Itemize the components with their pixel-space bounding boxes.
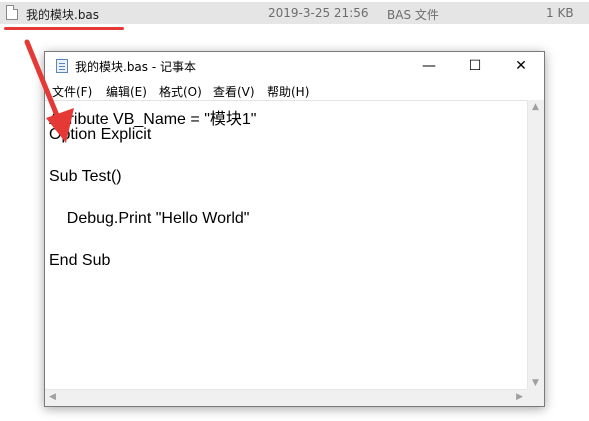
maximize-button[interactable]: ☐ [452, 52, 498, 80]
scroll-down-icon[interactable]: ▼ [532, 379, 539, 388]
title-bar[interactable]: 我的模块.bas - 记事本 — ☐ ✕ [45, 52, 544, 80]
code-line: Sub Test() [49, 168, 122, 185]
file-icon [6, 5, 18, 20]
scroll-right-icon[interactable]: ▶ [516, 393, 523, 402]
menu-view[interactable]: 查看(V) [213, 83, 255, 100]
vertical-scrollbar[interactable]: ▲ ▼ [527, 100, 544, 391]
minimize-button[interactable]: — [406, 52, 452, 80]
notepad-icon [56, 59, 68, 73]
file-name: 我的模块.bas [26, 8, 100, 22]
close-button[interactable]: ✕ [498, 52, 544, 80]
file-modified-date: 2019-3-25 21:56 [268, 6, 369, 20]
window-title: 我的模块.bas - 记事本 [75, 60, 196, 74]
scrollbar-corner [527, 389, 544, 406]
red-underline-annotation [4, 27, 124, 30]
file-size: 1 KB [546, 6, 574, 20]
scroll-up-icon[interactable]: ▲ [532, 103, 539, 112]
notepad-window: 我的模块.bas - 记事本 — ☐ ✕ 文件(F) 编辑(E) 格式(O) 查… [44, 51, 545, 407]
code-line: Debug.Print "Hello World" [49, 210, 250, 227]
text-editor[interactable]: Attribute VB_Name = "模块1" Option Explici… [45, 100, 527, 392]
horizontal-scrollbar[interactable]: ◀ ▶ [45, 389, 527, 406]
menu-format[interactable]: 格式(O) [159, 83, 202, 100]
code-line: End Sub [49, 252, 111, 269]
scroll-left-icon[interactable]: ◀ [49, 393, 56, 402]
menu-help[interactable]: 帮助(H) [267, 83, 309, 100]
file-type: BAS 文件 [387, 8, 439, 22]
menu-edit[interactable]: 编辑(E) [106, 83, 147, 100]
code-line: Option Explicit [49, 126, 152, 143]
menu-bar: 文件(F) 编辑(E) 格式(O) 查看(V) 帮助(H) [45, 80, 544, 100]
explorer-file-row[interactable]: 我的模块.bas 2019-3-25 21:56 BAS 文件 1 KB [0, 2, 589, 24]
menu-file[interactable]: 文件(F) [52, 83, 92, 100]
